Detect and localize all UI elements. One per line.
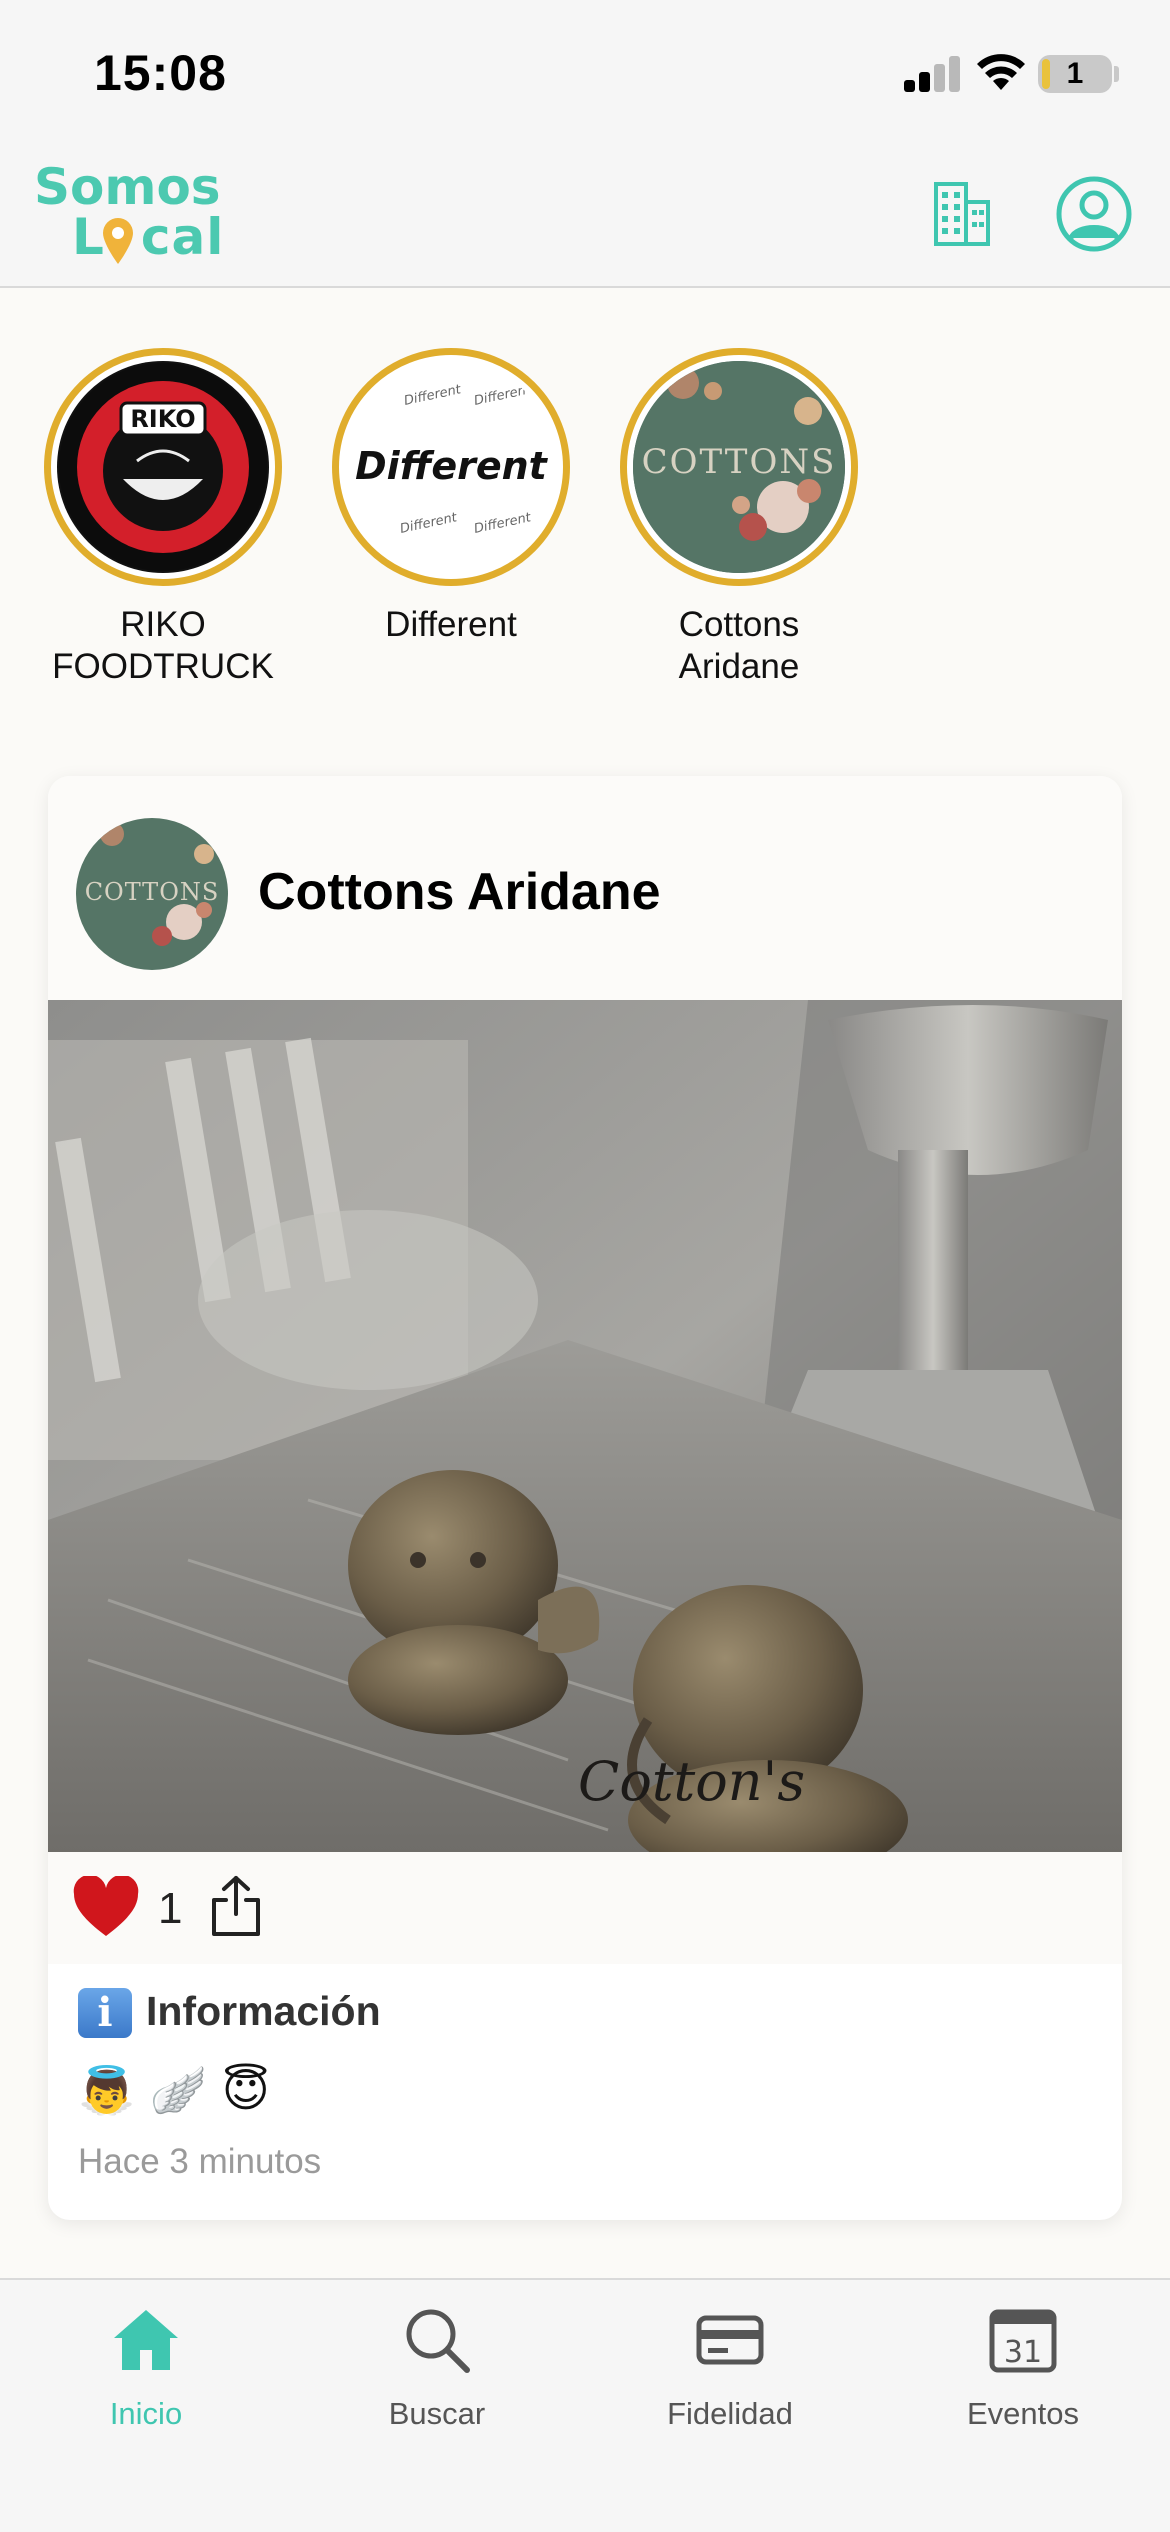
home-icon <box>114 2310 178 2370</box>
like-count: 1 <box>158 1884 183 1933</box>
svg-text:Different: Different <box>473 382 533 409</box>
info-icon: i <box>78 1988 132 2038</box>
different-logo-text: Different <box>355 444 549 488</box>
story-name: Cottons Aridane <box>678 605 800 686</box>
profile-icon[interactable] <box>1054 174 1134 254</box>
post-header: COTTONS Cottons Aridane <box>48 776 1122 1000</box>
svg-text:Different: Different <box>399 510 459 537</box>
building-icon[interactable] <box>922 174 1002 254</box>
app-logo[interactable]: Somos Lcal <box>34 158 234 268</box>
status-bar: 15:08 1 <box>0 0 1170 140</box>
story-avatar[interactable]: RIKO <box>44 348 282 586</box>
signal-icon <box>904 56 960 92</box>
card-icon <box>696 2315 764 2365</box>
story-name: Different <box>385 605 517 644</box>
angel-figurines-photo: Cotton's <box>48 1000 1122 1852</box>
wifi-icon <box>977 54 1025 90</box>
bottom-tab-bar: Inicio Buscar Fidelidad 31 Eventos <box>0 2278 1170 2532</box>
riko-logo-text: RIKO <box>130 405 195 433</box>
riko-logo-image: RIKO <box>59 363 267 571</box>
battery-level: 1 <box>1066 57 1084 90</box>
search-icon <box>406 2309 470 2373</box>
post-time: Hace 3 minutos <box>78 2142 322 2181</box>
story-name: RIKO FOODTRUCK <box>52 605 274 686</box>
stories-row: RIKO RIKO FOODTRUCK Different Different … <box>0 320 1170 700</box>
svg-text:Different: Different <box>473 510 533 537</box>
battery-icon: 1 <box>1038 55 1112 93</box>
cottons-logo-text: COTTONS <box>642 442 837 482</box>
post-emojis: 👼 🪽 😇 <box>78 2063 270 2117</box>
svg-text:Different: Different <box>403 382 463 409</box>
cottons-logo-image: COTTONS <box>633 361 845 573</box>
post-image[interactable]: Cotton's <box>48 1000 1122 1852</box>
info-label: Información <box>146 1988 381 2034</box>
tab-fidelidad[interactable]: Fidelidad <box>610 2298 850 2448</box>
story-avatar[interactable]: COTTONS <box>620 348 858 586</box>
tab-label: Inicio <box>109 2396 183 2431</box>
share-icon[interactable] <box>208 1874 264 1938</box>
logo-line1: Somos <box>34 158 221 216</box>
cottons-avatar-image: COTTONS <box>76 818 228 970</box>
calendar-icon: 31 <box>989 2309 1057 2373</box>
post-author-avatar[interactable]: COTTONS <box>76 818 228 970</box>
photo-watermark: Cotton's <box>578 1750 805 1813</box>
tab-label: Eventos <box>966 2396 1079 2431</box>
tab-eventos[interactable]: 31 Eventos <box>903 2298 1143 2448</box>
app-header: Somos Lcal <box>0 140 1170 288</box>
story-avatar[interactable]: Different Different Different Different … <box>332 348 570 586</box>
different-logo-image: Different Different Different Different … <box>355 382 549 537</box>
status-time: 15:08 <box>94 45 227 101</box>
cottons-avatar-text: COTTONS <box>85 878 220 906</box>
tab-inicio[interactable]: Inicio <box>26 2298 266 2448</box>
post-actions: 1 <box>48 1852 1122 1964</box>
location-pin-icon <box>103 218 133 264</box>
logo-line2: Lcal <box>72 208 225 266</box>
post-author-name[interactable]: Cottons Aridane <box>258 862 661 922</box>
tab-buscar[interactable]: Buscar <box>317 2298 557 2448</box>
tab-label: Fidelidad <box>667 2396 793 2431</box>
tab-label: Buscar <box>388 2396 486 2431</box>
battery-cap <box>1114 66 1119 82</box>
calendar-day: 31 <box>1004 2335 1042 2370</box>
heart-icon[interactable] <box>72 1876 140 1940</box>
post-card: COTTONS Cottons Aridane Cotton's 1 i Inf… <box>48 776 1122 2220</box>
